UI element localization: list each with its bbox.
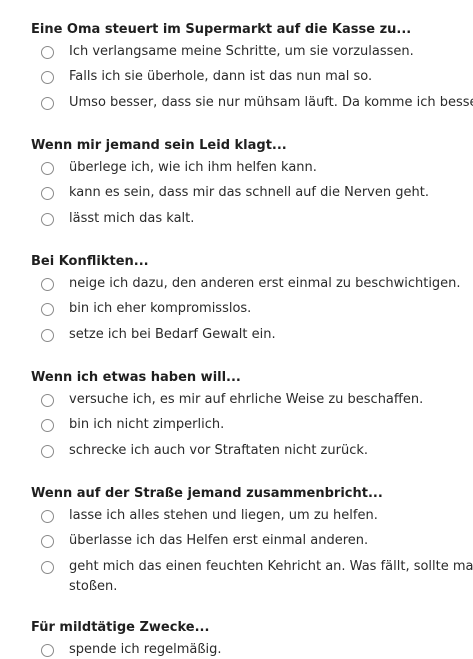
- question-title: Wenn ich etwas haben will...: [31, 370, 241, 385]
- option-label: überlasse ich das Helfen erst einmal and…: [69, 533, 369, 548]
- radio-button[interactable]: [41, 278, 54, 291]
- option-label: lässt mich das kalt.: [69, 211, 195, 226]
- option-4-3[interactable]: schrecke ich auch vor Straftaten nicht z…: [0, 443, 473, 466]
- option-label: setze ich bei Bedarf Gewalt ein.: [69, 327, 276, 342]
- radio-button[interactable]: [41, 303, 54, 316]
- radio-button[interactable]: [41, 187, 54, 200]
- radio-button[interactable]: [41, 394, 54, 407]
- option-5-1[interactable]: lasse ich alles stehen und liegen, um zu…: [0, 508, 473, 531]
- option-2-2[interactable]: kann es sein, dass mir das schnell auf d…: [0, 185, 473, 208]
- option-3-1[interactable]: neige ich dazu, den anderen erst einmal …: [0, 276, 473, 299]
- option-label: schrecke ich auch vor Straftaten nicht z…: [69, 443, 368, 458]
- option-label: Umso besser, dass sie nur mühsam läuft. …: [69, 95, 473, 110]
- radio-button[interactable]: [41, 419, 54, 432]
- option-5-3[interactable]: geht mich das einen feuchten Kehricht an…: [0, 559, 473, 600]
- option-label: spende ich regelmäßig.: [69, 642, 222, 657]
- option-6-1[interactable]: spende ich regelmäßig.: [0, 642, 473, 659]
- option-1-1[interactable]: Ich verlangsame meine Schritte, um sie v…: [0, 44, 473, 67]
- question-title: Für mildtätige Zwecke...: [31, 620, 210, 635]
- radio-button[interactable]: [41, 162, 54, 175]
- radio-button[interactable]: [41, 71, 54, 84]
- option-1-2[interactable]: Falls ich sie überhole, dann ist das nun…: [0, 69, 473, 92]
- option-label: kann es sein, dass mir das schnell auf d…: [69, 185, 429, 200]
- option-label: lasse ich alles stehen und liegen, um zu…: [69, 508, 378, 523]
- option-1-3[interactable]: Umso besser, dass sie nur mühsam läuft. …: [0, 95, 473, 118]
- personality-survey: Eine Oma steuert im Supermarkt auf die K…: [0, 0, 473, 659]
- radio-button[interactable]: [41, 445, 54, 458]
- option-5-2[interactable]: überlasse ich das Helfen erst einmal and…: [0, 533, 473, 556]
- option-label: Ich verlangsame meine Schritte, um sie v…: [69, 44, 414, 59]
- radio-button[interactable]: [41, 561, 54, 574]
- option-label: versuche ich, es mir auf ehrliche Weise …: [69, 392, 424, 407]
- question-title: Bei Konflikten...: [31, 254, 149, 269]
- radio-button[interactable]: [41, 329, 54, 342]
- option-4-2[interactable]: bin ich nicht zimperlich.: [0, 417, 473, 440]
- radio-button[interactable]: [41, 46, 54, 59]
- option-label: bin ich nicht zimperlich.: [69, 417, 225, 432]
- option-4-1[interactable]: versuche ich, es mir auf ehrliche Weise …: [0, 392, 473, 415]
- radio-button[interactable]: [41, 97, 54, 110]
- option-3-2[interactable]: bin ich eher kompromisslos.: [0, 301, 473, 324]
- question-title: Eine Oma steuert im Supermarkt auf die K…: [31, 22, 412, 37]
- question-title: Wenn mir jemand sein Leid klagt...: [31, 138, 287, 153]
- option-label: geht mich das einen feuchten Kehricht an…: [69, 559, 473, 594]
- question-title: Wenn auf der Straße jemand zusammenbrich…: [31, 486, 383, 501]
- radio-button[interactable]: [41, 644, 54, 657]
- option-3-3[interactable]: setze ich bei Bedarf Gewalt ein.: [0, 327, 473, 350]
- option-label: bin ich eher kompromisslos.: [69, 301, 252, 316]
- option-label: überlege ich, wie ich ihm helfen kann.: [69, 160, 317, 175]
- option-2-3[interactable]: lässt mich das kalt.: [0, 211, 473, 234]
- option-label: neige ich dazu, den anderen erst einmal …: [69, 276, 461, 291]
- radio-button[interactable]: [41, 535, 54, 548]
- option-2-1[interactable]: überlege ich, wie ich ihm helfen kann.: [0, 160, 473, 183]
- radio-button[interactable]: [41, 510, 54, 523]
- option-label: Falls ich sie überhole, dann ist das nun…: [69, 69, 373, 84]
- radio-button[interactable]: [41, 213, 54, 226]
